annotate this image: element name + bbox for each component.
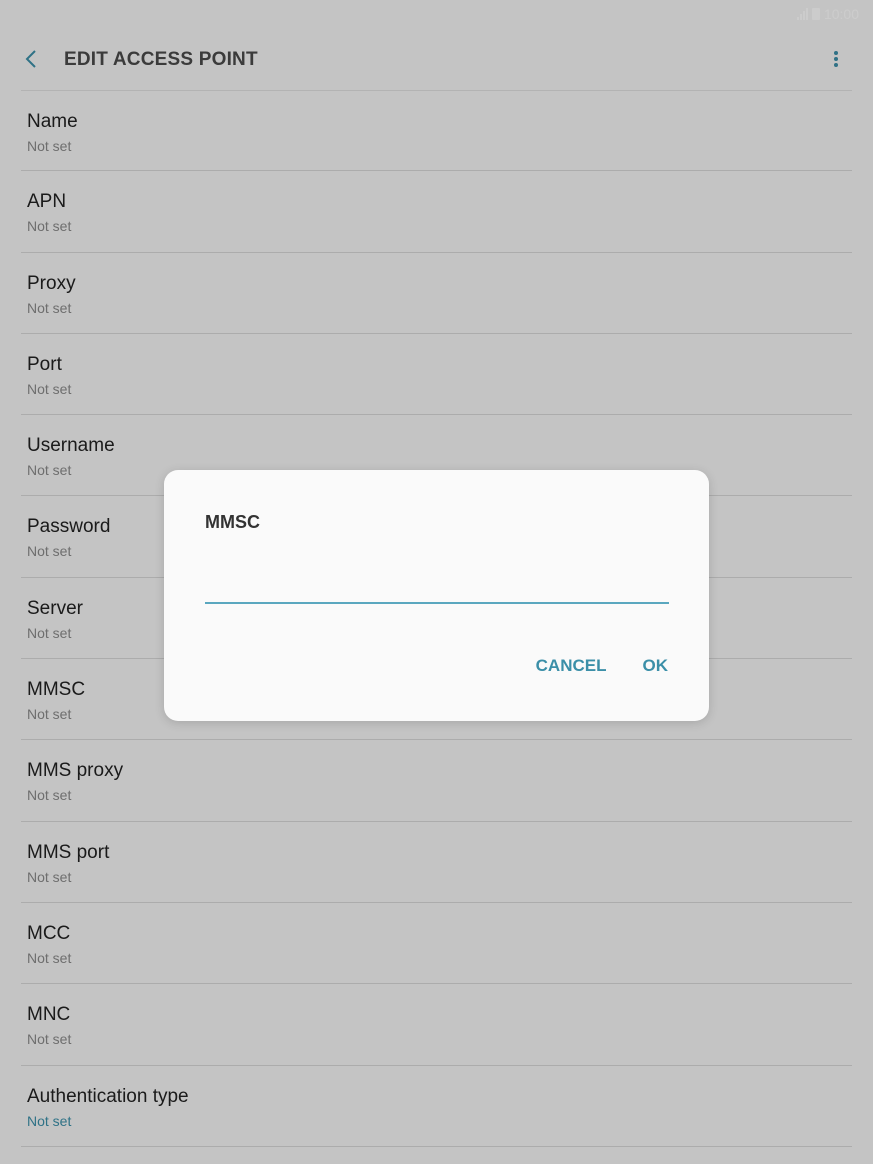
mmsc-input[interactable] bbox=[205, 558, 669, 604]
dialog-actions: CANCEL OK bbox=[536, 656, 668, 676]
dialog-title: MMSC bbox=[205, 512, 260, 532]
mmsc-dialog: MMSC CANCEL OK bbox=[164, 470, 709, 721]
cancel-button[interactable]: CANCEL bbox=[536, 656, 607, 676]
ok-button[interactable]: OK bbox=[643, 656, 669, 676]
